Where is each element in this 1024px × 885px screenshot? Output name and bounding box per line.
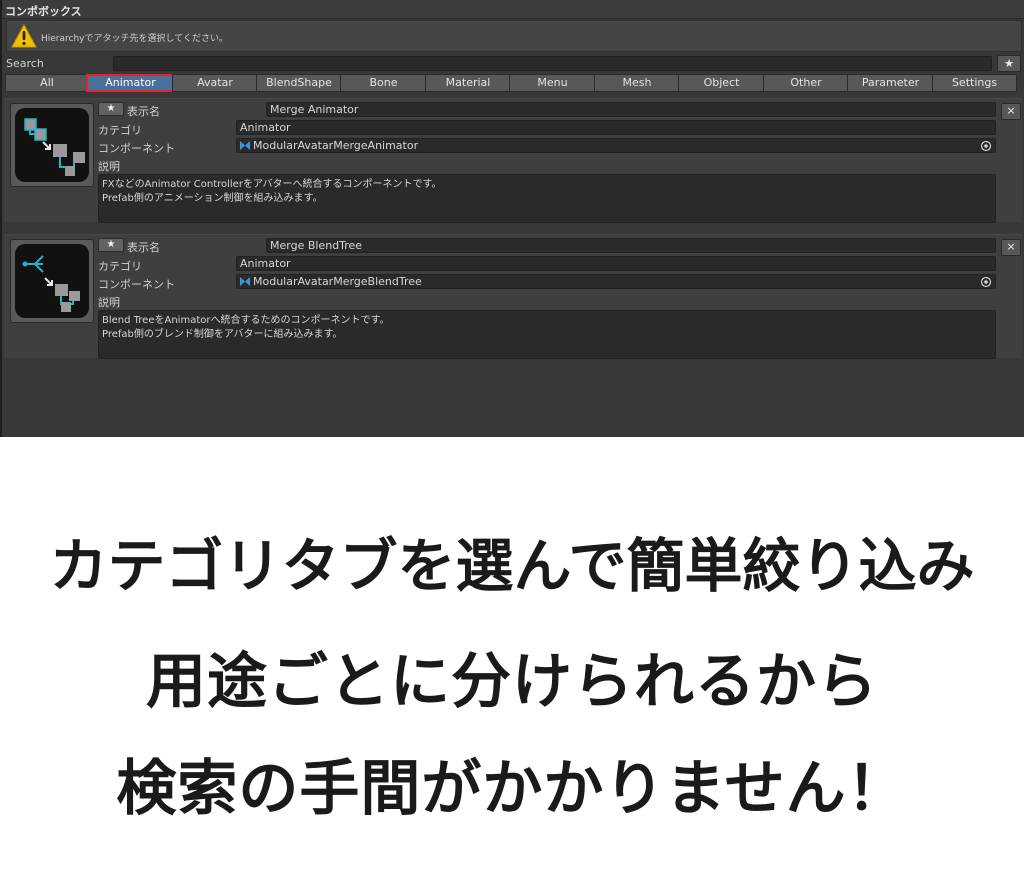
tab-all[interactable]: All (5, 74, 89, 92)
display-name-field[interactable]: Merge Animator (266, 102, 996, 117)
category-label: カテゴリ (98, 260, 142, 273)
script-object-icon (240, 277, 250, 286)
caption-panel: カテゴリタブを選んで簡単絞り込み 用途ごとに分けられるから 検索の手間がかかりま… (0, 437, 1024, 885)
tab-bone[interactable]: Bone (340, 74, 427, 92)
component-label: コンポーネント (98, 278, 175, 291)
description-line: Blend TreeをAnimatorへ統合するためのコンポーネントです。 (102, 315, 390, 326)
remove-button[interactable]: × (1001, 103, 1021, 120)
tab-other[interactable]: Other (763, 74, 849, 92)
description-field[interactable]: FXなどのAnimator Controllerをアバターへ統合するコンポーネン… (98, 174, 996, 223)
description-line: FXなどのAnimator Controllerをアバターへ統合するコンポーネン… (102, 179, 442, 190)
display-name-field[interactable]: Merge BlendTree (266, 238, 996, 253)
caption-line: カテゴリタブを選んで簡単絞り込み (49, 532, 975, 600)
component-card: ★ 表示名 Merge Animator カテゴリ Animator コンポーネ… (4, 98, 1022, 223)
display-name-label: 表示名 (127, 105, 160, 118)
category-label: カテゴリ (98, 124, 142, 137)
component-name: ModularAvatarMergeBlendTree (253, 275, 422, 288)
component-name: ModularAvatarMergeAnimator (253, 139, 419, 152)
favorites-filter-button[interactable]: ★ (997, 55, 1021, 72)
description-line: Prefab側のブレンド制御をアバターに組み込みます。 (102, 329, 343, 340)
tab-material[interactable]: Material (425, 74, 511, 92)
component-card: ★ 表示名 Merge BlendTree カテゴリ Animator コンポー… (4, 234, 1022, 359)
merge-animator-icon (15, 108, 89, 182)
tab-avatar[interactable]: Avatar (172, 74, 258, 92)
favorite-star-button[interactable]: ★ (98, 238, 124, 252)
category-field[interactable]: Animator (236, 256, 996, 271)
description-label: 説明 (98, 160, 120, 173)
category-tabs: All Animator Avatar BlendShape Bone Mate… (5, 74, 1017, 92)
tab-settings[interactable]: Settings (932, 74, 1017, 92)
display-name-label: 表示名 (127, 241, 160, 254)
description-field[interactable]: Blend TreeをAnimatorへ統合するためのコンポーネントです。 Pr… (98, 310, 996, 359)
search-row: Search ★ (0, 55, 1024, 73)
component-field[interactable]: ModularAvatarMergeBlendTree (236, 274, 996, 289)
remove-button[interactable]: × (1001, 239, 1021, 256)
tab-mesh[interactable]: Mesh (594, 74, 680, 92)
favorite-star-button[interactable]: ★ (98, 102, 124, 116)
component-field[interactable]: ModularAvatarMergeAnimator (236, 138, 996, 153)
tab-object[interactable]: Object (678, 74, 765, 92)
component-thumbnail[interactable] (10, 103, 94, 187)
component-thumbnail[interactable] (10, 239, 94, 323)
caption-line: 検索の手間がかかりません！ (116, 754, 908, 824)
warning-icon (11, 24, 37, 48)
tab-animator[interactable]: Animator (86, 74, 175, 92)
object-picker-icon[interactable] (980, 276, 992, 288)
search-input[interactable] (113, 56, 992, 71)
description-label: 説明 (98, 296, 120, 309)
merge-blendtree-icon (15, 244, 89, 318)
component-browser-window: コンポボックス Hierarchyでアタッチ先を選択してください。 Search… (0, 0, 1024, 437)
caption-line: 用途ごとに分けられるから (146, 647, 878, 717)
help-message: Hierarchyでアタッチ先を選択してください。 (41, 34, 228, 44)
tab-parameter[interactable]: Parameter (847, 74, 934, 92)
window-title: コンポボックス (5, 5, 82, 18)
script-object-icon (240, 141, 250, 150)
tab-menu[interactable]: Menu (509, 74, 596, 92)
help-box: Hierarchyでアタッチ先を選択してください。 (6, 20, 1022, 52)
tab-blendshape[interactable]: BlendShape (256, 74, 342, 92)
category-field[interactable]: Animator (236, 120, 996, 135)
component-label: コンポーネント (98, 142, 175, 155)
object-picker-icon[interactable] (980, 140, 992, 152)
description-line: Prefab側のアニメーション制御を組み込みます。 (102, 193, 323, 204)
window-titlebar: コンポボックス (2, 0, 1024, 19)
search-label: Search (6, 57, 44, 70)
